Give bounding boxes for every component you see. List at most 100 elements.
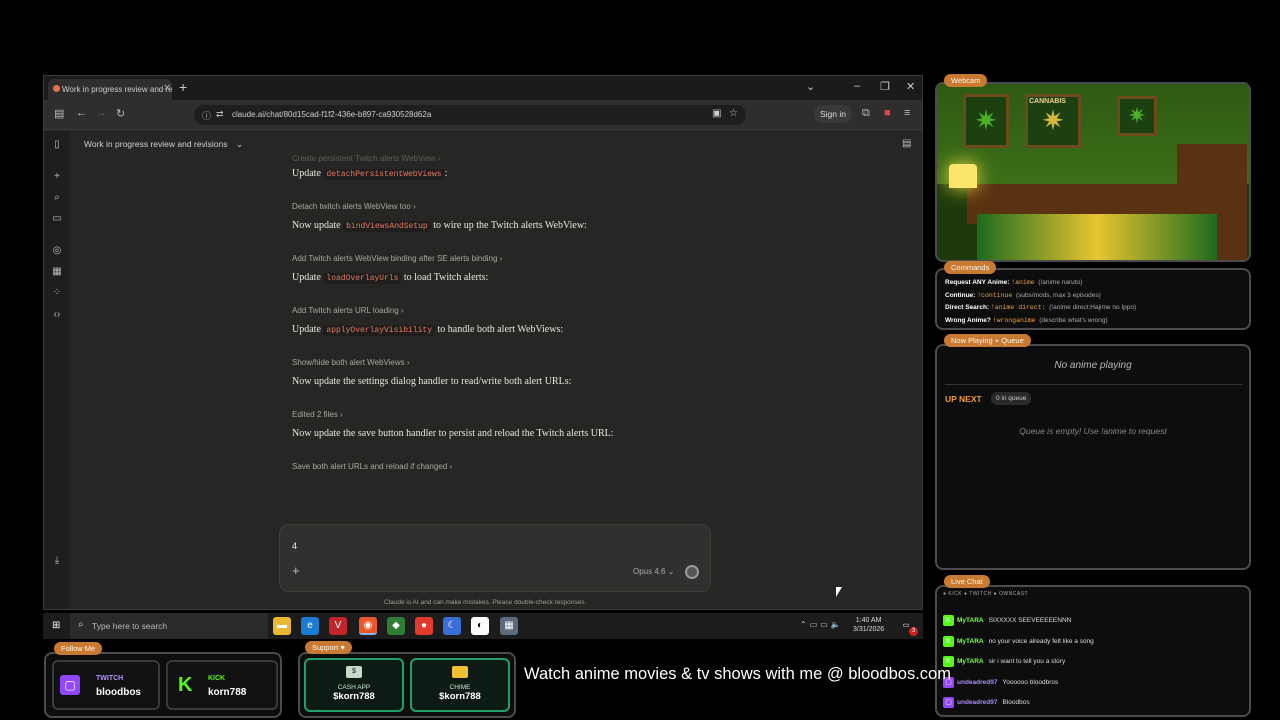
firefox-icon[interactable]: ◉ (359, 617, 377, 635)
browser-tab[interactable]: Work in progress review and re ✕ (48, 79, 172, 100)
kick-icon: K (178, 674, 193, 696)
chevron-right-icon: › (447, 462, 453, 471)
kick-name: korn788 (208, 687, 247, 698)
twitch-name: bloodbos (96, 687, 141, 698)
projects-icon[interactable]: ◎ (51, 245, 63, 256)
new-chat-icon[interactable]: + (51, 171, 63, 182)
command-code: !continue (977, 291, 1013, 299)
message-text: : (444, 168, 448, 179)
clock-date: 3/31/2026 (853, 626, 885, 633)
artifacts-icon[interactable]: ▦ (51, 266, 63, 277)
twitch-label: TWITCH (96, 675, 124, 682)
new-tab-icon[interactable]: + (179, 79, 187, 95)
stream-screen: Work in progress review and re ✕ + ⌄ – ❐… (0, 0, 1280, 720)
stop-button[interactable] (685, 565, 699, 579)
assistant-message: Update applyOverlayVisibility to handle … (292, 324, 563, 336)
search-icon[interactable]: ⌕ (51, 192, 63, 203)
close-tab-icon[interactable]: ✕ (163, 83, 171, 94)
clock-time: 1:40 AM (855, 617, 882, 624)
no-anime-text: No anime playing (1054, 360, 1132, 371)
chat-title-button[interactable]: Work in progress review and revisions ⌄ (84, 139, 243, 150)
extensions-icon[interactable]: ⧉ (862, 107, 870, 120)
obs-icon[interactable]: ◐ (471, 617, 489, 635)
queue-count-badge: 0 in queue (991, 392, 1032, 405)
bookmark-star-icon[interactable]: ☆ (729, 108, 738, 119)
chrome-icon[interactable]: ● (415, 617, 433, 635)
tool-step[interactable]: Create persistent Twitch alerts WebView … (292, 154, 440, 163)
cannabis-poster: ✷ (963, 94, 1009, 148)
minimize-icon[interactable]: – (854, 80, 860, 92)
voicemod-icon[interactable]: V (329, 617, 347, 635)
message-text: Update (292, 168, 324, 179)
document-icon[interactable]: ▤ (902, 138, 911, 149)
chat-text: Bloodbos (1002, 699, 1030, 707)
menu-icon[interactable]: ≡ (904, 107, 910, 119)
code-identifier: applyOverlayVisibility (323, 325, 436, 336)
restore-icon[interactable]: ❐ (880, 80, 890, 93)
url-text: claude.ai/chat/80d15cad-f1f2-436e-b897-c… (232, 110, 432, 119)
address-bar[interactable]: ⓘ ⇄ claude.ai/chat/80d15cad-f1f2-436e-b8… (194, 105, 746, 125)
chat-username: MyTARA (957, 658, 984, 666)
model-selector[interactable]: Opus 4.6 ⌄ (633, 567, 674, 576)
back-icon[interactable]: ← (76, 107, 87, 119)
assistant-message: Update loadOverlayUrls to load Twitch al… (292, 272, 489, 284)
chat-message: K MyTARA SIXXXXX SEEVEEEEENNN (943, 615, 1071, 626)
reader-icon[interactable]: ▣ (712, 108, 721, 119)
follow-panel: ▢ TWITCH bloodbos K KICK korn788 (44, 652, 282, 718)
tool-step-label: Show/hide both alert WebViews (292, 358, 405, 367)
download-icon[interactable]: ⤓ (51, 555, 63, 566)
tool-step-label: Add Twitch alerts URL loading (292, 306, 399, 315)
code-icon[interactable]: ‹› (51, 309, 63, 320)
system-tray[interactable]: ⌃▭▭🔈 (800, 620, 844, 629)
app-icon[interactable]: ☾ (443, 617, 461, 635)
command-example: (!anime direct:Hajime no Ippo) (1049, 304, 1137, 311)
site-info-icon[interactable]: ⓘ (202, 109, 211, 122)
claude-favicon-icon (53, 85, 60, 92)
calculator-icon[interactable]: ▦ (500, 617, 518, 635)
reload-icon[interactable]: ↻ (116, 107, 125, 120)
composer-input[interactable]: 4 (292, 541, 297, 551)
address-row: ▤ ← → ↻ ⓘ ⇄ claude.ai/chat/80d15cad-f1f2… (44, 100, 922, 130)
command-name: Wrong Anime? (945, 316, 991, 324)
command-code: !anime (1011, 279, 1035, 286)
kick-card: K KICK korn788 (166, 660, 278, 710)
close-window-icon[interactable]: ✕ (906, 80, 915, 93)
tab-list-icon[interactable]: ⌄ (806, 80, 815, 93)
tool-step[interactable]: Show/hide both alert WebViews › (292, 358, 410, 367)
taskbar-search[interactable]: ⌕ Type here to search (70, 613, 268, 639)
extension-red-icon[interactable]: ■ (884, 107, 891, 119)
chats-icon[interactable]: ▭ (51, 213, 63, 224)
tune-icon[interactable]: ⇄ (216, 109, 224, 120)
chevron-down-icon: ⌄ (235, 139, 243, 149)
android-studio-icon[interactable]: ◆ (387, 617, 405, 635)
stream-banner: Watch anime movies & tv shows with me @ … (524, 665, 951, 683)
message-composer[interactable]: 4 + Opus 4.6 ⌄ (279, 524, 711, 592)
chat-username: MyTARA (957, 637, 984, 645)
message-text: to load Twitch alerts: (401, 272, 489, 283)
sidebar-panel-icon[interactable]: ▯ (51, 139, 63, 150)
tool-step[interactable]: Save both alert URLs and reload if chang… (292, 462, 452, 471)
live-chat-panel: ● KICK ● TWITCH ● OWNCAST K MyTARA SIXXXXX… (935, 585, 1251, 717)
code-identifier: bindViewsAndSetup (343, 221, 431, 232)
sidebar-toggle-icon[interactable]: ▤ (54, 107, 64, 120)
chevron-right-icon: › (497, 254, 503, 263)
chevron-right-icon: › (404, 358, 410, 367)
bed (977, 214, 1217, 260)
clock[interactable]: 1:40 AM 3/31/2026 (853, 616, 884, 634)
sign-in-button[interactable]: Sign in (814, 105, 852, 123)
edge-icon[interactable]: e (301, 617, 319, 635)
tool-step[interactable]: Edited 2 files › (292, 410, 343, 419)
windows-start-icon[interactable]: ⊞ (52, 620, 60, 631)
chat-title: Work in progress review and revisions (84, 139, 228, 149)
code-identifier: detachPersistentWebViews (323, 169, 445, 180)
forward-icon[interactable]: → (96, 107, 107, 119)
command-code: !wronganime (992, 316, 1036, 324)
tool-step[interactable]: Add Twitch alerts WebView binding after … (292, 254, 502, 263)
tool-step[interactable]: Detach twitch alerts WebView too › (292, 202, 416, 211)
apps-icon[interactable]: ⁘ (51, 287, 63, 298)
attach-plus-icon[interactable]: + (292, 563, 300, 578)
chat-message: ▢ undeadred97 Bloodbos (943, 697, 1030, 708)
command-name: Continue: (945, 291, 976, 299)
tool-step[interactable]: Add Twitch alerts URL loading › (292, 306, 404, 315)
file-explorer-icon[interactable]: ▬ (273, 617, 291, 635)
